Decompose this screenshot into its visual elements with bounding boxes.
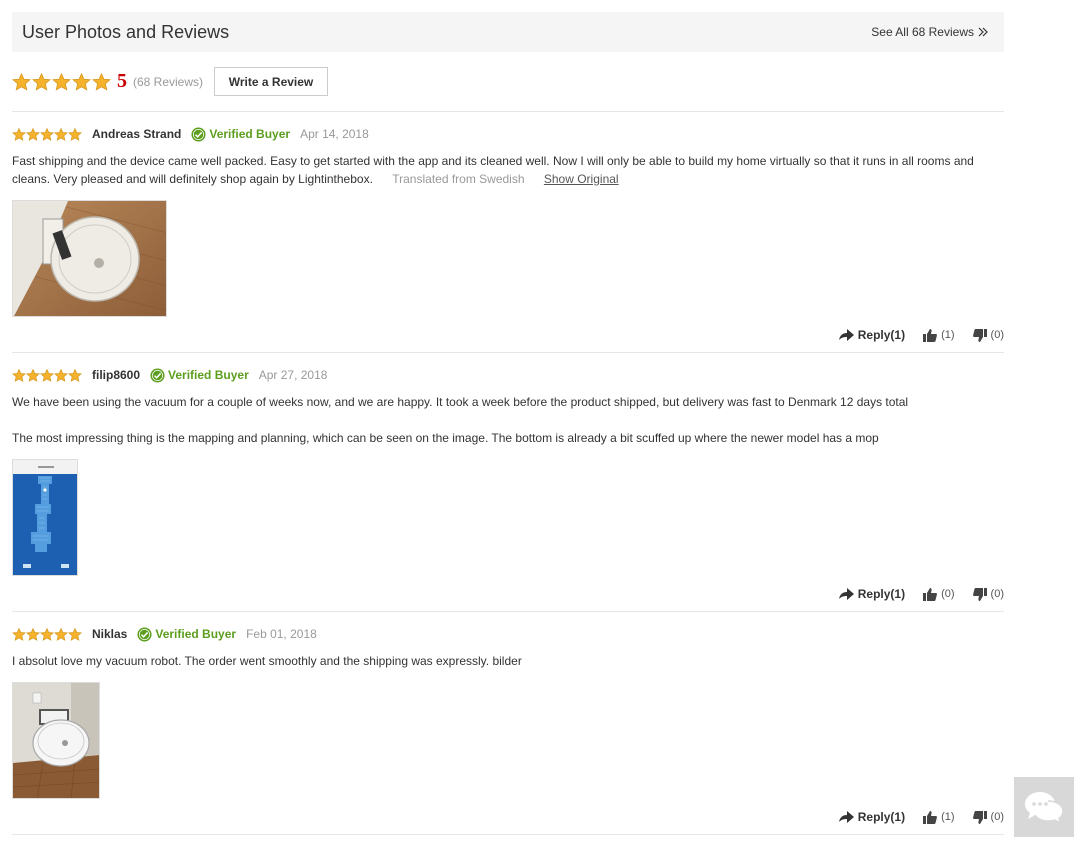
reply-arrow-icon [838, 588, 854, 600]
star-icon [12, 72, 31, 91]
review-actions: Reply(1) (1) (0) [838, 328, 1004, 342]
thumbs-up-icon [923, 328, 937, 342]
verified-badge: Verified Buyer [137, 626, 237, 642]
check-circle-icon [150, 367, 165, 383]
like-count: (1) [941, 811, 955, 823]
like-button[interactable]: (1) [923, 328, 955, 342]
star-icon [32, 72, 51, 91]
thumbs-down-icon [972, 587, 987, 601]
star-icon [12, 368, 26, 382]
verified-badge: Verified Buyer [191, 126, 291, 142]
see-all-label: See All 68 Reviews [871, 25, 974, 39]
review-text: Fast shipping and the device came well p… [12, 152, 992, 188]
review-body: We have been using the vacuum for a coup… [12, 395, 909, 409]
like-button[interactable]: (1) [923, 810, 955, 824]
review-meta: Andreas Strand Verified Buyer Apr 14, 20… [12, 112, 1004, 142]
reply-button[interactable]: Reply(1) [838, 328, 906, 342]
star-icon [54, 627, 68, 641]
star-icon [54, 127, 68, 141]
reviews-header: User Photos and Reviews See All 68 Revie… [12, 12, 1004, 52]
show-original-link[interactable]: Show Original [544, 172, 619, 186]
star-icon [26, 127, 40, 141]
review-item: Andreas Strand Verified Buyer Apr 14, 20… [12, 112, 1004, 353]
like-button[interactable]: (0) [923, 587, 955, 601]
review-photo[interactable] [12, 459, 78, 576]
like-count: (1) [941, 329, 955, 341]
review-actions: Reply(1) (1) (0) [838, 810, 1004, 824]
live-chat-button[interactable] [1014, 777, 1074, 837]
see-all-reviews-link[interactable]: See All 68 Reviews [871, 25, 988, 39]
star-icon [26, 368, 40, 382]
dislike-count: (0) [990, 588, 1004, 600]
dislike-count: (0) [990, 329, 1004, 341]
review-meta: Niklas Verified Buyer Feb 01, 2018 [12, 612, 1004, 642]
average-score: 5 [117, 70, 127, 92]
reviewer-name: Niklas [92, 627, 128, 641]
star-icon [52, 72, 71, 91]
translated-note: Translated from Swedish [392, 172, 525, 186]
review-item: Niklas Verified Buyer Feb 01, 2018 I abs… [12, 612, 1004, 835]
verified-badge: Verified Buyer [150, 367, 249, 383]
star-icon [40, 127, 54, 141]
double-chevron-right-icon [978, 27, 988, 37]
reviews-section: User Photos and Reviews See All 68 Revie… [12, 12, 1004, 835]
reply-label: Reply(1) [857, 587, 906, 601]
review-stars [12, 127, 82, 141]
star-icon [12, 627, 26, 641]
review-meta: filip8600 Verified Buyer Apr 27, 2018 [12, 353, 1004, 383]
star-icon [92, 72, 111, 91]
check-circle-icon [191, 126, 206, 142]
thumbs-up-icon [923, 587, 937, 601]
review-actions: Reply(1) (0) (0) [838, 587, 1004, 601]
review-body: I absolut love my vacuum robot. The orde… [12, 654, 522, 668]
verified-label: Verified Buyer [209, 127, 291, 141]
reply-arrow-icon [838, 329, 854, 341]
verified-label: Verified Buyer [168, 368, 249, 382]
dislike-count: (0) [990, 811, 1004, 823]
star-icon [40, 368, 54, 382]
thumbs-down-icon [972, 328, 987, 342]
star-icon [54, 368, 68, 382]
review-item: filip8600 Verified Buyer Apr 27, 2018 We… [12, 353, 1004, 612]
thumbs-up-icon [923, 810, 937, 824]
dislike-button[interactable]: (0) [972, 328, 1004, 342]
star-icon [68, 368, 82, 382]
verified-label: Verified Buyer [155, 627, 237, 641]
overall-stars [12, 72, 111, 91]
dislike-button[interactable]: (0) [972, 810, 1004, 824]
star-icon [40, 627, 54, 641]
reply-label: Reply(1) [857, 810, 906, 824]
review-stars [12, 627, 82, 641]
check-circle-icon [137, 626, 152, 642]
star-icon [72, 72, 91, 91]
star-icon [26, 627, 40, 641]
review-count: (68 Reviews) [133, 74, 204, 89]
reply-button[interactable]: Reply(1) [838, 810, 906, 824]
star-icon [68, 627, 82, 641]
reply-arrow-icon [838, 811, 854, 823]
review-date: Apr 14, 2018 [300, 127, 369, 141]
reviewer-name: filip8600 [92, 368, 141, 382]
review-body-2: The most impressing thing is the mapping… [12, 431, 879, 445]
review-date: Apr 27, 2018 [258, 368, 328, 382]
reply-button[interactable]: Reply(1) [838, 587, 906, 601]
rating-summary: 5 (68 Reviews) Write a Review [12, 52, 1004, 112]
review-stars [12, 368, 82, 382]
review-date: Feb 01, 2018 [246, 627, 317, 641]
review-text: We have been using the vacuum for a coup… [12, 393, 992, 447]
chat-bubble-icon [1025, 792, 1064, 825]
reply-label: Reply(1) [857, 328, 906, 342]
write-review-button[interactable]: Write a Review [214, 67, 329, 96]
star-icon [12, 127, 26, 141]
review-text: I absolut love my vacuum robot. The orde… [12, 652, 992, 670]
review-photo[interactable] [12, 200, 167, 317]
star-icon [68, 127, 82, 141]
reviewer-name: Andreas Strand [92, 127, 182, 141]
dislike-button[interactable]: (0) [972, 587, 1004, 601]
review-photo[interactable] [12, 682, 100, 799]
thumbs-down-icon [972, 810, 987, 824]
section-title: User Photos and Reviews [22, 21, 230, 42]
like-count: (0) [941, 588, 955, 600]
